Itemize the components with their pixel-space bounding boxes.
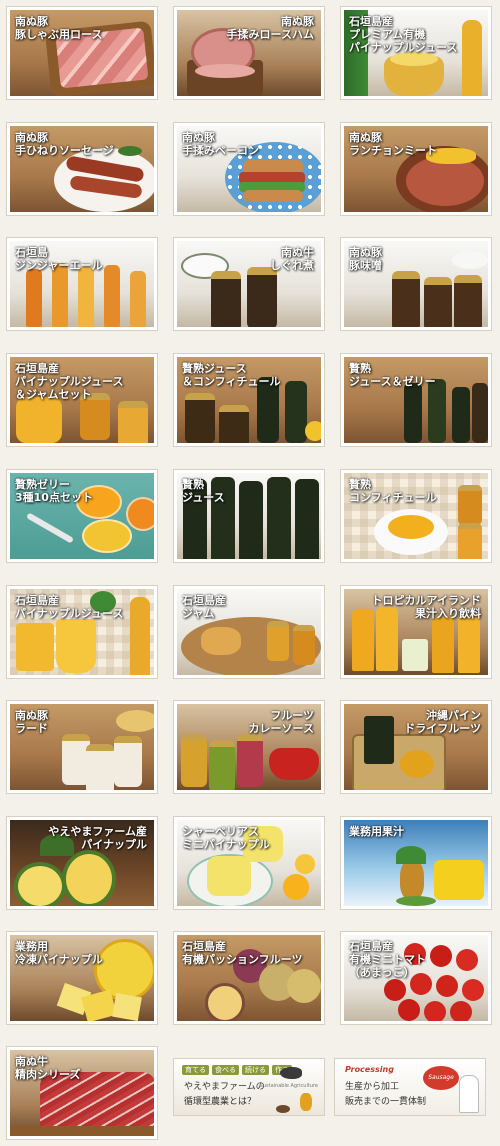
banner-line1: 生産から加工 (345, 1082, 400, 1092)
product-label: 南ぬ豚 手揉みベーコン (182, 131, 259, 157)
chef-icon (459, 1075, 479, 1113)
product-label: フルーツ カレーソース (248, 709, 314, 735)
product-label: 南ぬ豚 ラード (15, 709, 48, 735)
product-label: 南ぬ豚 手ひねりソーセージ (15, 131, 114, 157)
product-tile-pork-shabu[interactable]: 南ぬ豚 豚しゃぶ用ロース (6, 6, 158, 100)
product-tile-frozen-pineapple[interactable]: 業務用 冷凍パイナップル (6, 931, 158, 1025)
product-tile-fruit-curry-sauce[interactable]: フルーツ カレーソース (173, 700, 325, 794)
product-tile-pork-miso[interactable]: 南ぬ豚 豚味噌 (340, 237, 492, 331)
animal-icon (280, 1067, 302, 1079)
product-label: 石垣島産 ジャム (182, 594, 226, 620)
product-label: 業務用果汁 (349, 825, 404, 838)
product-tile-luncheon-meat[interactable]: 南ぬ豚 ランチョンミート (340, 122, 492, 216)
product-tile-passion-fruit[interactable]: 石垣島産 有機パッションフルーツ (173, 931, 325, 1025)
banner-line2: 販売までの一貫体制 (345, 1097, 427, 1107)
product-tile-bacon[interactable]: 南ぬ豚 手揉みベーコン (173, 122, 325, 216)
processing-heading: Processing (345, 1065, 394, 1074)
soil-icon (276, 1105, 290, 1113)
tag-continue: 続ける (242, 1065, 269, 1075)
product-label: やえやまファーム産 パイナップル (48, 825, 147, 851)
banner-tags: 育てる 食べる 続ける 作る (182, 1065, 292, 1075)
product-label: 石垣島産 有機パッションフルーツ (182, 940, 303, 966)
product-tile-dried-pineapple[interactable]: 沖縄パイン ドライフルーツ (340, 700, 492, 794)
sausage-bubble: Sausage (423, 1066, 459, 1090)
product-tile-tropical-island-drink[interactable]: トロピカルアイランド 果汁入り飲料 (340, 585, 492, 679)
banner-sub-text: Sustainable Agriculture (259, 1083, 318, 1089)
product-tile-zeijuku-juice[interactable]: 贅熟 ジュース (173, 469, 325, 563)
product-tile-ginger-ale[interactable]: 石垣島 ジンジャーエール (6, 237, 158, 331)
product-tile-beef-meat-series[interactable]: 南ぬ牛 精肉シリーズ (6, 1046, 158, 1140)
product-label: 石垣島 ジンジャーエール (15, 246, 103, 272)
product-tile-pork-lard[interactable]: 南ぬ豚 ラード (6, 700, 158, 794)
product-tile-sausage[interactable]: 南ぬ豚 手ひねりソーセージ (6, 122, 158, 216)
product-tile-mini-tomato[interactable]: 石垣島産 有機ミニトマト （あまっこ） (340, 931, 492, 1025)
banner-line2: 循環型農業とは？ (184, 1097, 257, 1107)
product-label: 南ぬ豚 豚味噌 (349, 246, 382, 272)
product-tile-mini-pineapple-sherbet[interactable]: シャーベリアス ミニパイナップル (173, 816, 325, 910)
product-tile-pineapple-juice[interactable]: 石垣島産 パイナップルジュース (6, 585, 158, 679)
product-tile-roast-ham[interactable]: 南ぬ豚 手揉みロースハム (173, 6, 325, 100)
product-grid: 南ぬ豚 豚しゃぶ用ロース 南ぬ豚 手揉みロースハム 石垣島産 プレミアム有機 パ… (0, 0, 500, 1146)
product-label: 南ぬ豚 豚しゃぶ用ロース (15, 15, 103, 41)
product-label: 南ぬ牛 しぐれ煮 (270, 246, 314, 272)
product-label: 贅熟ジュース ＆コンフィチュール (182, 362, 281, 388)
processing-banner[interactable]: Processing 生産から加工 販売までの一貫体制 Sausage (334, 1058, 486, 1116)
product-label: 贅熟 コンフィチュール (349, 478, 437, 504)
product-tile-yaeyama-pineapple[interactable]: やえやまファーム産 パイナップル (6, 816, 158, 910)
product-label: 南ぬ牛 精肉シリーズ (15, 1055, 81, 1081)
product-label: シャーベリアス ミニパイナップル (182, 825, 270, 851)
product-label: 沖縄パイン ドライフルーツ (404, 709, 481, 735)
product-tile-juice-jam-set[interactable]: 石垣島産 パイナップルジュース ＆ジャムセット (6, 353, 158, 447)
product-label: 南ぬ豚 手揉みロースハム (226, 15, 314, 41)
product-label: 贅熟 ジュース＆ゼリー (349, 362, 436, 388)
product-label: 石垣島産 パイナップルジュース ＆ジャムセット (15, 362, 124, 401)
product-tile-commercial-juice[interactable]: 業務用果汁 (340, 816, 492, 910)
tag-raise: 育てる (182, 1065, 209, 1075)
product-tile-zeijuku-confiture[interactable]: 贅熟 コンフィチュール (340, 469, 492, 563)
product-label: 石垣島産 有機ミニトマト （あまっこ） (349, 940, 426, 979)
product-tile-jam[interactable]: 石垣島産 ジャム (173, 585, 325, 679)
product-tile-zeijuku-juice-jelly[interactable]: 贅熟 ジュース＆ゼリー (340, 353, 492, 447)
pineapple-icon (300, 1093, 312, 1111)
product-label: トロピカルアイランド 果汁入り飲料 (371, 594, 481, 620)
product-label: 南ぬ豚 ランチョンミート (349, 131, 437, 157)
product-tile-zeijuku-jelly-set[interactable]: 贅熟ゼリー 3種10点セット (6, 469, 158, 563)
product-label: 石垣島産 パイナップルジュース (15, 594, 124, 620)
product-label: 贅熟 ジュース (182, 478, 225, 504)
product-tile-pineapple-juice-premium[interactable]: 石垣島産 プレミアム有機 パイナップルジュース (340, 6, 492, 100)
tag-eat: 食べる (212, 1065, 239, 1075)
product-label: 業務用 冷凍パイナップル (15, 940, 103, 966)
banner-line1: やえやまファームの (184, 1082, 265, 1092)
sustainable-agriculture-banner[interactable]: 育てる 食べる 続ける 作る やえやまファームの 循環型農業とは？ Sustai… (173, 1058, 325, 1116)
product-label: 贅熟ゼリー 3種10点セット (15, 478, 93, 504)
product-tile-beef-shigureni[interactable]: 南ぬ牛 しぐれ煮 (173, 237, 325, 331)
product-tile-zeijuku-juice-confiture[interactable]: 贅熟ジュース ＆コンフィチュール (173, 353, 325, 447)
product-label: 石垣島産 プレミアム有機 パイナップルジュース (349, 15, 458, 54)
